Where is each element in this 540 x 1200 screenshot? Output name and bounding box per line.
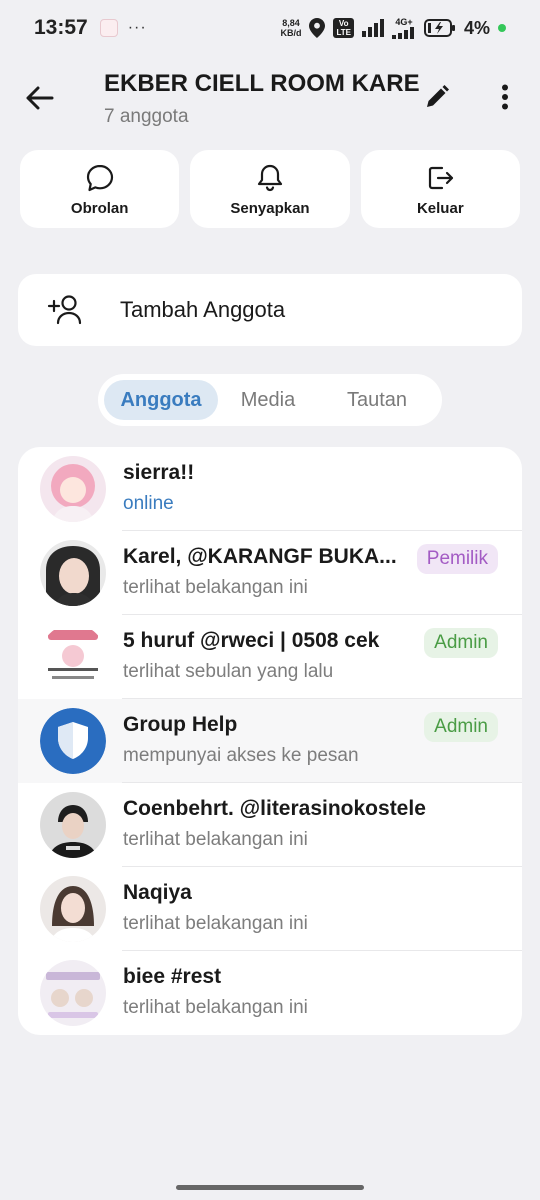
bell-icon [254, 162, 286, 194]
app-notification-icon [99, 19, 118, 37]
member-row[interactable]: Karel, @KARANGF BUKA... terlihat belakan… [18, 531, 522, 615]
member-row[interactable]: Naqiya terlihat belakangan ini [18, 867, 522, 951]
status-bar: 13:57 ··· 8,84 KB/d Vo LTE 4G+ 4% [0, 0, 540, 56]
network-speed: 8,84 KB/d [280, 18, 302, 38]
signal-icon [361, 19, 384, 37]
battery-charging-icon [423, 19, 456, 37]
chat-action-button[interactable]: Obrolan [20, 150, 180, 228]
exit-icon [424, 162, 456, 194]
avatar [40, 960, 106, 1026]
member-name: Karel, @KARANGF BUKA... [123, 545, 397, 568]
role-badge-admin: Admin [424, 628, 498, 658]
chat-action-label: Obrolan [70, 199, 129, 217]
home-indicator[interactable] [176, 1185, 364, 1190]
member-status: terlihat belakangan ini [123, 913, 308, 934]
group-title: EKBER CIELL ROOM KAREL [104, 70, 420, 97]
members-list: sierra!! online Karel, @KARANGF BUKA... … [18, 447, 522, 1035]
leave-action-button[interactable]: Keluar [360, 150, 520, 228]
member-info: biee #rest terlihat belakangan ini [123, 965, 413, 1019]
role-badge-admin: Admin [424, 712, 498, 742]
member-status: online [123, 493, 174, 514]
add-member-label: Tambah Anggota [120, 297, 286, 322]
battery-percentage: 4% [463, 17, 490, 38]
member-status: mempunyai akses ke pesan [123, 745, 359, 766]
member-name: Naqiya [123, 881, 192, 904]
tab-members[interactable]: Anggota [104, 380, 218, 420]
member-row[interactable]: sierra!! online [18, 447, 522, 531]
signal-4g-icon: 4G+ [391, 17, 416, 39]
role-badge-owner: Pemilik [416, 544, 498, 574]
action-cards: Obrolan Senyapkan Keluar [20, 150, 520, 228]
tab-links[interactable]: Tautan [318, 380, 436, 420]
member-status: terlihat sebulan yang lalu [123, 661, 334, 682]
member-row[interactable]: 5 huruf @rweci | 0508 cek terlihat sebul… [18, 615, 522, 699]
title-area: EKBER CIELL ROOM KAREL 7 anggota [104, 70, 420, 128]
member-name: Coenbehrt. @literasinokostele [123, 797, 426, 820]
arrow-left-icon [26, 86, 54, 110]
member-row[interactable]: Group Help mempunyai akses ke pesan Admi… [18, 699, 522, 783]
avatar [40, 708, 106, 774]
member-info: Naqiya terlihat belakangan ini [123, 881, 413, 935]
leave-action-label: Keluar [416, 199, 464, 217]
location-icon [309, 18, 326, 38]
vertical-dots-icon [502, 84, 508, 110]
member-count: 7 anggota [104, 106, 189, 127]
member-name: Group Help [123, 713, 238, 736]
member-info: Coenbehrt. @literasinokostele terlihat b… [123, 797, 522, 851]
add-member-button[interactable]: Tambah Anggota [18, 274, 522, 346]
avatar [40, 624, 106, 690]
privacy-indicator-dot [498, 24, 506, 32]
member-name: biee #rest [123, 965, 222, 988]
pencil-icon [427, 85, 449, 107]
mute-action-label: Senyapkan [230, 199, 310, 217]
more-options-button[interactable] [490, 80, 520, 114]
member-status: terlihat belakangan ini [123, 997, 308, 1018]
back-button[interactable] [22, 80, 58, 116]
member-row[interactable]: biee #rest terlihat belakangan ini [18, 951, 522, 1035]
volte-icon: Vo LTE [333, 18, 354, 38]
members-tabs: Anggota Media Tautan [98, 374, 442, 426]
tab-media[interactable]: Media [218, 380, 318, 420]
member-info: sierra!! online [123, 461, 413, 515]
mute-action-button[interactable]: Senyapkan [190, 150, 350, 228]
edit-button[interactable] [420, 80, 454, 114]
avatar [40, 792, 106, 858]
chat-bubble-icon [84, 162, 116, 194]
avatar [40, 876, 106, 942]
member-status: terlihat belakangan ini [123, 829, 308, 850]
member-name: 5 huruf @rweci | 0508 cek [123, 629, 380, 652]
member-info: Group Help mempunyai akses ke pesan [123, 713, 413, 767]
member-row[interactable]: Coenbehrt. @literasinokostele terlihat b… [18, 783, 522, 867]
add-person-icon [46, 290, 86, 330]
member-info: 5 huruf @rweci | 0508 cek terlihat sebul… [123, 629, 413, 683]
member-status: terlihat belakangan ini [123, 577, 308, 598]
more-notifications-icon: ··· [127, 19, 147, 36]
avatar [40, 456, 106, 522]
member-name: sierra!! [123, 461, 195, 484]
avatar [40, 540, 106, 606]
status-time: 13:57 [34, 16, 88, 39]
member-info: Karel, @KARANGF BUKA... terlihat belakan… [123, 545, 413, 599]
app-header: EKBER CIELL ROOM KAREL 7 anggota [0, 62, 540, 138]
